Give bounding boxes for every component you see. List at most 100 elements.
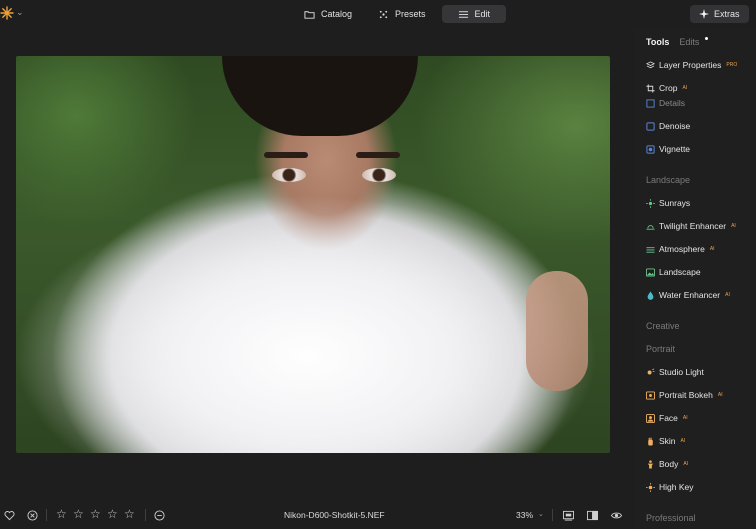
tool-layer-properties-label: Layer Properties <box>659 60 722 70</box>
nav-catalog[interactable]: Catalog <box>294 5 362 23</box>
ai-badge: AI <box>731 223 736 229</box>
nav-edit[interactable]: Edit <box>441 5 507 23</box>
rating-star-2[interactable]: ☆ <box>73 508 84 520</box>
reject-icon[interactable] <box>27 510 38 521</box>
tool-details-label: Details <box>659 98 685 108</box>
sunrays-icon <box>646 198 655 208</box>
edits-indicator-dot <box>705 37 708 40</box>
rating-star-4[interactable]: ☆ <box>107 508 118 520</box>
vignette-icon <box>646 144 655 154</box>
tool-water-enhancer[interactable]: Water Enhancer AI <box>646 290 730 300</box>
pro-badge: PRO <box>726 62 738 68</box>
sliders-icon <box>458 10 468 18</box>
folder-icon <box>304 10 315 19</box>
tool-vignette[interactable]: Vignette <box>646 144 690 154</box>
tool-high-key[interactable]: High Key <box>646 482 694 492</box>
nav-presets-label: Presets <box>395 9 426 19</box>
photo-left-brow <box>264 152 308 158</box>
photo-hair <box>222 56 418 136</box>
bottom-separator <box>552 509 553 521</box>
crop-icon <box>646 83 655 93</box>
photo-right-eye <box>362 168 396 182</box>
section-professional[interactable]: Professional <box>646 513 696 523</box>
tab-edits[interactable]: Edits <box>679 37 699 47</box>
bottom-separator <box>145 509 146 521</box>
skin-hand-icon <box>648 436 653 446</box>
photo-hand <box>526 271 588 391</box>
tool-body[interactable]: Body AI <box>646 459 688 469</box>
ai-badge: AI <box>682 85 688 91</box>
tool-skin-label: Skin <box>659 436 676 446</box>
tool-studio-light-label: Studio Light <box>659 367 704 377</box>
top-bar: ⌄ Catalog Presets Edit Extras <box>0 0 756 28</box>
chevron-down-icon[interactable]: ⌄ <box>538 510 544 518</box>
tool-atmosphere-label: Atmosphere <box>659 244 705 254</box>
tool-atmosphere[interactable]: Atmosphere AI <box>646 244 715 254</box>
sparkle-icon <box>699 9 709 19</box>
tool-sunrays[interactable]: Sunrays <box>646 198 690 208</box>
photo-veil <box>16 186 610 453</box>
split-view-icon[interactable] <box>587 510 598 521</box>
tool-crop[interactable]: Crop AI <box>646 83 687 93</box>
tool-denoise-label: Denoise <box>659 121 691 131</box>
rating-star-1[interactable]: ☆ <box>56 508 67 520</box>
color-label-icon[interactable] <box>154 510 165 521</box>
ai-badge: AI <box>682 415 688 421</box>
rating-star-5[interactable]: ☆ <box>124 508 135 520</box>
panel-tabs: Tools Edits <box>646 37 699 47</box>
tab-tools[interactable]: Tools <box>646 37 669 47</box>
photo-preview[interactable] <box>16 56 610 453</box>
presets-icon <box>379 10 388 18</box>
tool-portrait-bokeh[interactable]: Portrait Bokeh AI <box>646 390 723 400</box>
tool-layer-properties[interactable]: Layer Properties PRO <box>646 60 737 70</box>
denoise-icon <box>646 121 655 131</box>
main-nav: Catalog Presets Edit <box>294 5 507 23</box>
section-creative[interactable]: Creative <box>646 321 680 331</box>
ai-badge: AI <box>680 438 686 444</box>
water-drop-icon <box>647 290 654 300</box>
studio-light-icon <box>647 368 655 374</box>
chevron-down-icon[interactable]: ⌄ <box>16 7 24 18</box>
tool-crop-label: Crop <box>659 83 678 93</box>
portrait-bokeh-icon <box>646 390 655 400</box>
ai-badge: AI <box>709 246 715 252</box>
body-icon <box>647 459 654 469</box>
atmosphere-icon <box>646 246 655 253</box>
compare-icon[interactable] <box>563 510 574 521</box>
section-portrait[interactable]: Portrait <box>646 344 675 354</box>
tool-twilight-enhancer[interactable]: Twilight Enhancer AI <box>646 221 736 231</box>
zoom-level[interactable]: 33% <box>516 510 533 520</box>
section-landscape[interactable]: Landscape <box>646 175 690 185</box>
rating-star-3[interactable]: ☆ <box>90 508 101 520</box>
eye-icon[interactable] <box>611 510 622 521</box>
ai-badge: AI <box>717 392 723 398</box>
tool-face-label: Face <box>659 413 678 423</box>
tool-skin[interactable]: Skin AI <box>646 436 685 446</box>
photo-right-brow <box>356 152 400 158</box>
high-key-icon <box>646 482 655 492</box>
image-canvas <box>0 28 634 498</box>
tool-face[interactable]: Face AI <box>646 413 688 423</box>
tool-sunrays-label: Sunrays <box>659 198 691 208</box>
tool-landscape[interactable]: Landscape <box>646 267 701 277</box>
landscape-icon <box>646 267 655 277</box>
tool-twilight-label: Twilight Enhancer <box>659 221 727 231</box>
heart-icon[interactable] <box>4 510 15 521</box>
extras-button[interactable]: Extras <box>690 5 749 23</box>
bottom-separator <box>46 509 47 521</box>
tool-details[interactable]: Details <box>646 98 685 108</box>
ai-badge: AI <box>683 461 689 467</box>
tool-body-label: Body <box>659 459 679 469</box>
tool-water-label: Water Enhancer <box>659 290 721 300</box>
details-icon <box>646 98 655 108</box>
tool-studio-light[interactable]: Studio Light <box>646 367 704 377</box>
tool-landscape-label: Landscape <box>659 267 701 277</box>
tool-portrait-bokeh-label: Portrait Bokeh <box>659 390 713 400</box>
tools-panel: Tools Edits Layer Properties PRO Crop AI D… <box>634 28 756 529</box>
tool-vignette-label: Vignette <box>659 144 691 154</box>
nav-presets[interactable]: Presets <box>368 5 436 23</box>
luminar-logo-icon[interactable] <box>0 6 14 20</box>
ai-badge: AI <box>725 292 730 298</box>
nav-edit-label: Edit <box>474 9 491 19</box>
tool-denoise[interactable]: Denoise <box>646 121 690 131</box>
